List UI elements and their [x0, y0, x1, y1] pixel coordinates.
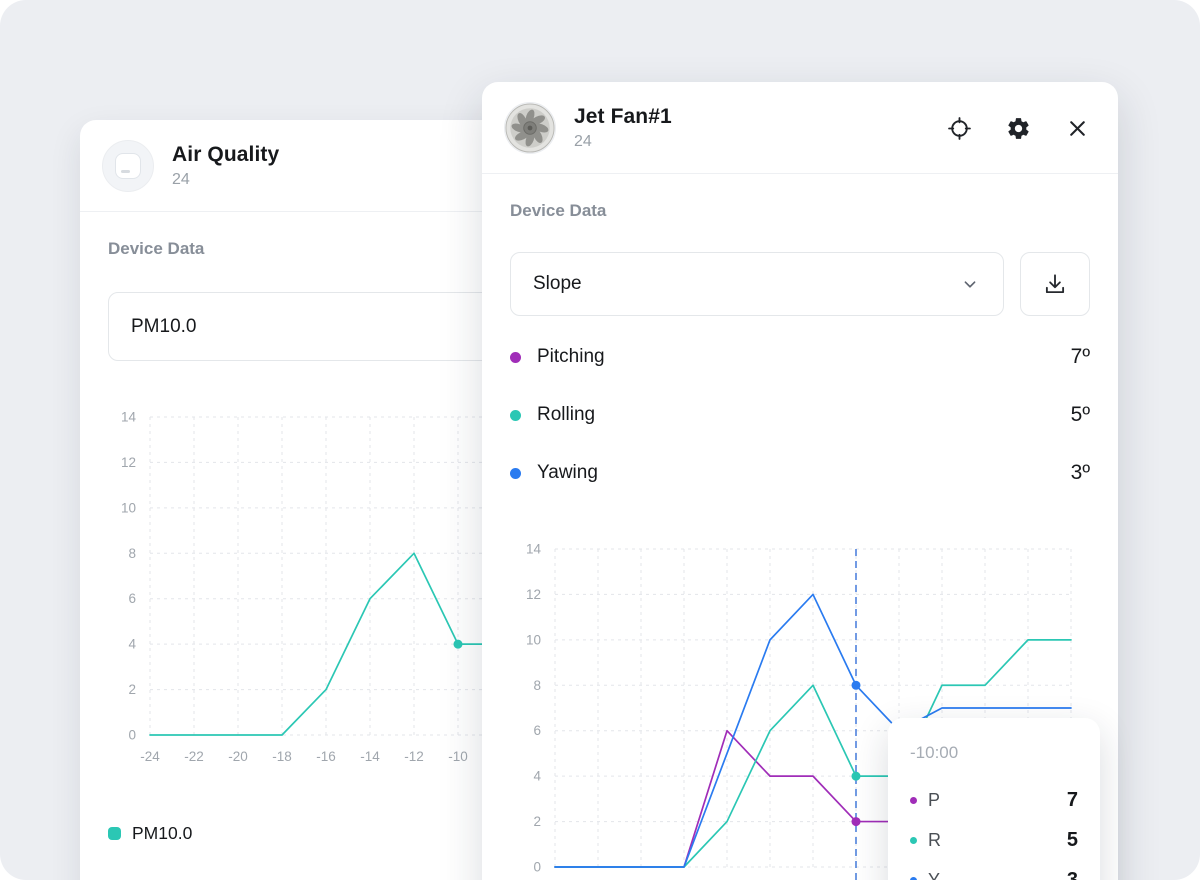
settings-button[interactable] [1005, 115, 1031, 141]
svg-text:12: 12 [526, 587, 541, 602]
yawing-label: Yawing [537, 462, 598, 484]
close-icon [1065, 116, 1090, 141]
tooltip-row-rolling: R 5 [910, 820, 1078, 860]
tooltip-row-yawing: Y 3 [910, 860, 1078, 880]
svg-text:2: 2 [128, 682, 136, 697]
tooltip-pitching-label: P [928, 790, 940, 811]
svg-text:14: 14 [121, 410, 137, 425]
svg-text:-10: -10 [448, 749, 468, 764]
svg-text:0: 0 [533, 860, 541, 875]
device-data-label: Device Data [108, 238, 532, 260]
pm10-legend-label: PM10.0 [132, 823, 192, 844]
air-sensor-icon [115, 153, 141, 179]
chevron-down-icon [959, 273, 981, 295]
svg-text:-20: -20 [228, 749, 248, 764]
rolling-dot-icon [510, 410, 521, 421]
jet-fan-title: Jet Fan#1 [574, 104, 672, 130]
tooltip-row-pitching: P 7 [910, 780, 1078, 820]
tooltip-rolling-value: 5 [1067, 829, 1078, 852]
slope-select-value: Slope [533, 273, 582, 295]
metric-select-value: PM10.0 [131, 316, 196, 338]
tooltip-yawing-value: 3 [1067, 869, 1078, 880]
pm10-legend-item[interactable]: PM10.0 [108, 823, 532, 844]
svg-text:10: 10 [526, 632, 541, 647]
stat-row-pitching[interactable]: Pitching 7º [510, 328, 1090, 386]
svg-text:-14: -14 [360, 749, 380, 764]
locate-button[interactable] [946, 115, 972, 141]
device-data-label: Device Data [510, 200, 1090, 222]
locate-icon [947, 116, 972, 141]
tooltip-timestamp: -10:00 [910, 742, 1078, 764]
air-quality-avatar [102, 140, 154, 192]
jet-fan-avatar [504, 102, 556, 154]
jet-fan-photo-icon [505, 102, 555, 154]
yawing-dot-icon [910, 877, 917, 880]
rolling-dot-icon [910, 837, 917, 844]
air-quality-title: Air Quality [172, 142, 279, 168]
rolling-label: Rolling [537, 404, 595, 426]
rolling-value: 5º [1071, 403, 1090, 427]
svg-text:-22: -22 [184, 749, 204, 764]
dashboard-background: Air Quality 24 Device Data PM10.0 -24-22… [0, 0, 1200, 880]
pitching-label: Pitching [537, 346, 605, 368]
pitching-dot-icon [510, 352, 521, 363]
pitching-value: 7º [1071, 345, 1090, 369]
air-quality-subtitle: 24 [172, 169, 279, 191]
svg-text:2: 2 [533, 814, 541, 829]
svg-text:4: 4 [128, 637, 136, 652]
jet-fan-subtitle: 24 [574, 131, 672, 153]
pm10-legend-swatch-icon [108, 827, 121, 840]
yawing-value: 3º [1071, 461, 1090, 485]
svg-text:0: 0 [128, 728, 136, 743]
svg-text:12: 12 [121, 455, 136, 470]
stat-row-yawing[interactable]: Yawing 3º [510, 444, 1090, 502]
slope-stat-list: Pitching 7º Rolling 5º Yawing 3º [510, 328, 1090, 502]
metric-select[interactable]: PM10.0 [108, 292, 532, 361]
download-icon [1042, 271, 1068, 297]
svg-text:10: 10 [121, 500, 136, 515]
svg-text:-12: -12 [404, 749, 424, 764]
svg-text:-24: -24 [140, 749, 160, 764]
gear-icon [1006, 116, 1031, 141]
svg-text:8: 8 [533, 678, 541, 693]
yawing-dot-icon [510, 468, 521, 479]
pitching-dot-icon [910, 797, 917, 804]
svg-text:-18: -18 [272, 749, 292, 764]
svg-text:14: 14 [526, 542, 542, 557]
tooltip-pitching-value: 7 [1067, 789, 1078, 812]
close-button[interactable] [1064, 115, 1090, 141]
svg-text:6: 6 [533, 723, 541, 738]
svg-text:6: 6 [128, 591, 136, 606]
tooltip-yawing-label: Y [928, 870, 940, 880]
jet-fan-panel-header: Jet Fan#1 24 [482, 82, 1118, 174]
slope-select[interactable]: Slope [510, 252, 1004, 316]
stat-row-rolling[interactable]: Rolling 5º [510, 386, 1090, 444]
download-button[interactable] [1020, 252, 1090, 316]
svg-text:8: 8 [128, 546, 136, 561]
tooltip-rolling-label: R [928, 830, 941, 851]
svg-text:-16: -16 [316, 749, 336, 764]
svg-text:4: 4 [533, 769, 541, 784]
jet-fan-panel: Jet Fan#1 24 [482, 82, 1118, 880]
chart-tooltip: -10:00 P 7 R 5 Y 3 [888, 718, 1100, 880]
